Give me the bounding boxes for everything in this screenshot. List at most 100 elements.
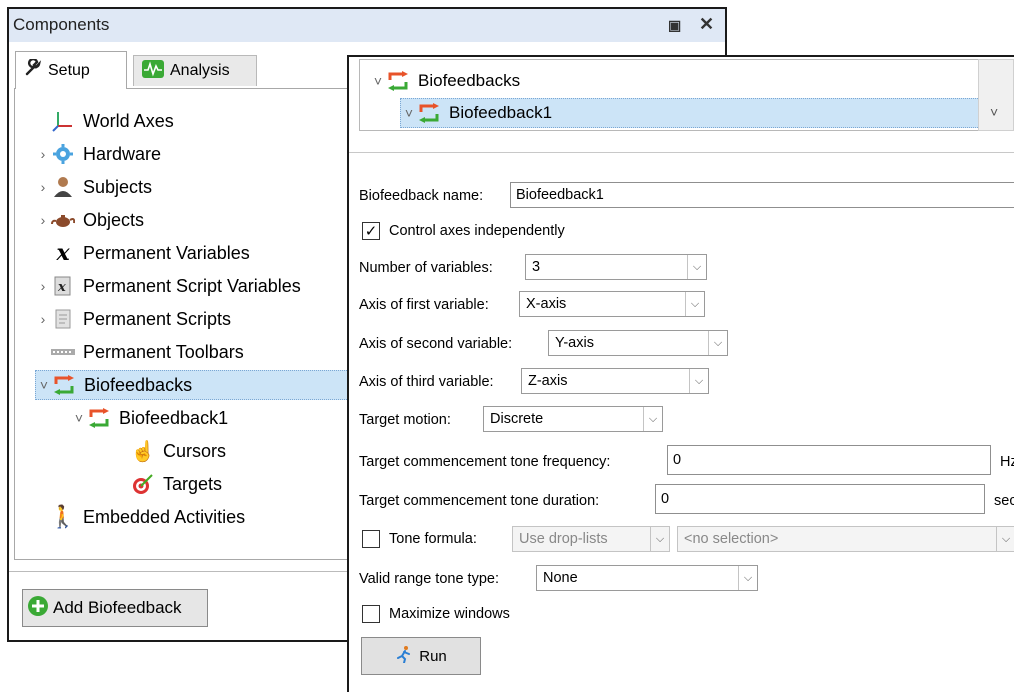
expand-chevron-icon[interactable]: › — [35, 311, 51, 327]
panel-titlebar[interactable]: Components ▣ ✕ — [9, 9, 725, 42]
valid-range-select[interactable]: None ⌵ — [536, 565, 758, 591]
num-variables-select[interactable]: 3 ⌵ — [525, 254, 707, 280]
axis-first-value: X-axis — [526, 296, 567, 312]
scroll-down-icon[interactable]: ˅ — [990, 104, 998, 120]
tree-item-biofeedbacks[interactable]: ˅ Biofeedbacks — [35, 370, 363, 400]
tree-item-label: Embedded Activities — [83, 506, 246, 527]
biofeedback-icon — [417, 102, 441, 124]
tree-item-permanent-toolbars[interactable]: Permanent Toolbars — [35, 337, 244, 367]
chevron-down-icon: ⌵ — [643, 407, 662, 431]
collapse-chevron-icon[interactable]: ˅ — [401, 105, 417, 121]
tree-item-label: Permanent Scripts — [83, 308, 232, 329]
add-biofeedback-button[interactable]: Add Biofeedback — [22, 589, 208, 627]
script-variable-icon: x — [51, 275, 75, 297]
target-icon — [131, 473, 155, 495]
tree-item-label: Biofeedbacks — [418, 71, 521, 90]
toolbar-icon — [51, 341, 75, 363]
tree-item-permanent-scripts[interactable]: › Permanent Scripts — [35, 304, 231, 334]
tree-item-label: Cursors — [163, 440, 227, 461]
target-motion-value: Discrete — [490, 411, 544, 427]
tree-item-biofeedback1[interactable]: ˅ Biofeedback1 — [71, 403, 228, 433]
tree-item-objects[interactable]: › Objects — [35, 205, 144, 235]
biofeedback-name-input[interactable]: Biofeedback1 — [510, 182, 1014, 208]
tone-formula-selection-value: <no selection> — [684, 531, 779, 547]
target-motion-select[interactable]: Discrete ⌵ — [483, 406, 663, 432]
axis-second-value: Y-axis — [555, 335, 594, 351]
svg-text:x: x — [57, 280, 66, 295]
waveform-icon — [142, 59, 164, 83]
tree-item-label: Permanent Script Variables — [83, 275, 301, 296]
valid-range-value: None — [543, 570, 578, 586]
tree-item-embedded-activities[interactable]: 🚶 Embedded Activities — [35, 502, 245, 532]
biofeedback-icon — [386, 70, 410, 92]
axis-third-label: Axis of third variable: — [359, 374, 494, 390]
run-label: Run — [419, 647, 447, 665]
gear-icon — [51, 143, 75, 165]
tone-duration-input[interactable]: 0 — [655, 484, 985, 514]
tone-duration-unit: sec — [994, 493, 1014, 509]
expand-chevron-icon[interactable]: › — [35, 212, 51, 228]
chevron-down-icon: ⌵ — [650, 527, 669, 551]
chevron-down-icon: ⌵ — [708, 331, 727, 355]
valid-range-label: Valid range tone type: — [359, 571, 499, 587]
tree-item-permanent-variables[interactable]: x Permanent Variables — [35, 238, 249, 268]
close-icon[interactable]: ✕ — [699, 14, 714, 35]
axis-first-select[interactable]: X-axis ⌵ — [519, 291, 705, 317]
tree-item-label: Objects — [83, 209, 145, 230]
teapot-icon — [51, 209, 75, 231]
hand-cursor-icon: ☝ — [130, 440, 156, 463]
walking-icon: 🚶 — [49, 504, 77, 529]
biofeedback-icon — [87, 407, 111, 429]
add-biofeedback-label: Add Biofeedback — [53, 598, 182, 617]
tab-analysis[interactable]: Analysis — [133, 55, 257, 86]
chevron-down-icon: ⌵ — [685, 292, 704, 316]
section-divider — [349, 152, 1014, 153]
axis-third-value: Z-axis — [528, 373, 568, 389]
maximize-windows-checkbox[interactable] — [362, 605, 380, 623]
collapse-chevron-icon[interactable]: ˅ — [370, 73, 386, 89]
tone-duration-label: Target commencement tone duration: — [359, 493, 600, 509]
tree-item-hardware[interactable]: › Hardware — [35, 139, 161, 169]
expand-chevron-icon[interactable]: › — [35, 179, 51, 195]
tone-frequency-input[interactable]: 0 — [667, 445, 991, 475]
num-variables-label: Number of variables: — [359, 260, 493, 276]
expand-chevron-icon[interactable]: › — [35, 146, 51, 162]
biofeedback-detail-panel: ˅ Biofeedbacks ˅ Biofeedback1 ˅ Biofeedb… — [347, 55, 1014, 692]
chevron-down-icon: ⌵ — [738, 566, 757, 590]
tone-formula-selection-select[interactable]: <no selection> ⌵ — [677, 526, 1014, 552]
tree-item-subjects[interactable]: › Subjects — [35, 172, 152, 202]
tree-item-label: Permanent Toolbars — [83, 341, 244, 362]
plus-circle-icon — [27, 595, 49, 622]
tree-item-label: Targets — [163, 473, 223, 494]
collapse-chevron-icon[interactable]: ˅ — [36, 377, 52, 393]
panel-title: Components — [13, 15, 110, 34]
float-window-icon[interactable]: ▣ — [668, 17, 681, 34]
tone-formula-mode-select[interactable]: Use drop-lists ⌵ — [512, 526, 670, 552]
tree-item-label: Biofeedbacks — [84, 374, 193, 395]
tree-item-cursors[interactable]: ☝ Cursors — [115, 436, 226, 466]
tab-setup[interactable]: Setup — [15, 51, 127, 89]
control-axes-checkbox[interactable]: ✓ — [362, 222, 380, 240]
wrench-icon — [24, 57, 42, 82]
mini-tree-scrollbar[interactable]: ˅ — [978, 59, 1014, 131]
maximize-windows-label: Maximize windows — [389, 606, 510, 622]
expand-chevron-icon[interactable]: › — [35, 278, 51, 294]
tone-frequency-label: Target commencement tone frequency: — [359, 454, 611, 470]
collapse-chevron-icon[interactable]: ˅ — [71, 410, 87, 426]
axis-second-select[interactable]: Y-axis ⌵ — [548, 330, 728, 356]
chevron-down-icon: ⌵ — [996, 527, 1014, 551]
tree-item-permanent-script-variables[interactable]: › x Permanent Script Variables — [35, 271, 301, 301]
script-icon — [51, 308, 75, 330]
biofeedback-mini-tree: ˅ Biofeedbacks ˅ Biofeedback1 — [359, 59, 987, 131]
tree-item-targets[interactable]: Targets — [115, 469, 222, 499]
tone-formula-checkbox[interactable] — [362, 530, 380, 548]
tone-frequency-unit: Hz — [1000, 454, 1014, 470]
tree-item-world-axes[interactable]: World Axes — [35, 106, 174, 136]
axis-third-select[interactable]: Z-axis ⌵ — [521, 368, 709, 394]
biofeedback-name-label: Biofeedback name: — [359, 188, 484, 204]
mini-tree-item-biofeedbacks[interactable]: ˅ Biofeedbacks — [370, 66, 520, 96]
run-button[interactable]: Run — [361, 637, 481, 675]
checkmark-icon: ✓ — [364, 223, 378, 240]
tree-item-label: Biofeedback1 — [119, 407, 229, 428]
mini-tree-item-biofeedback1[interactable]: ˅ Biofeedback1 — [400, 98, 986, 128]
